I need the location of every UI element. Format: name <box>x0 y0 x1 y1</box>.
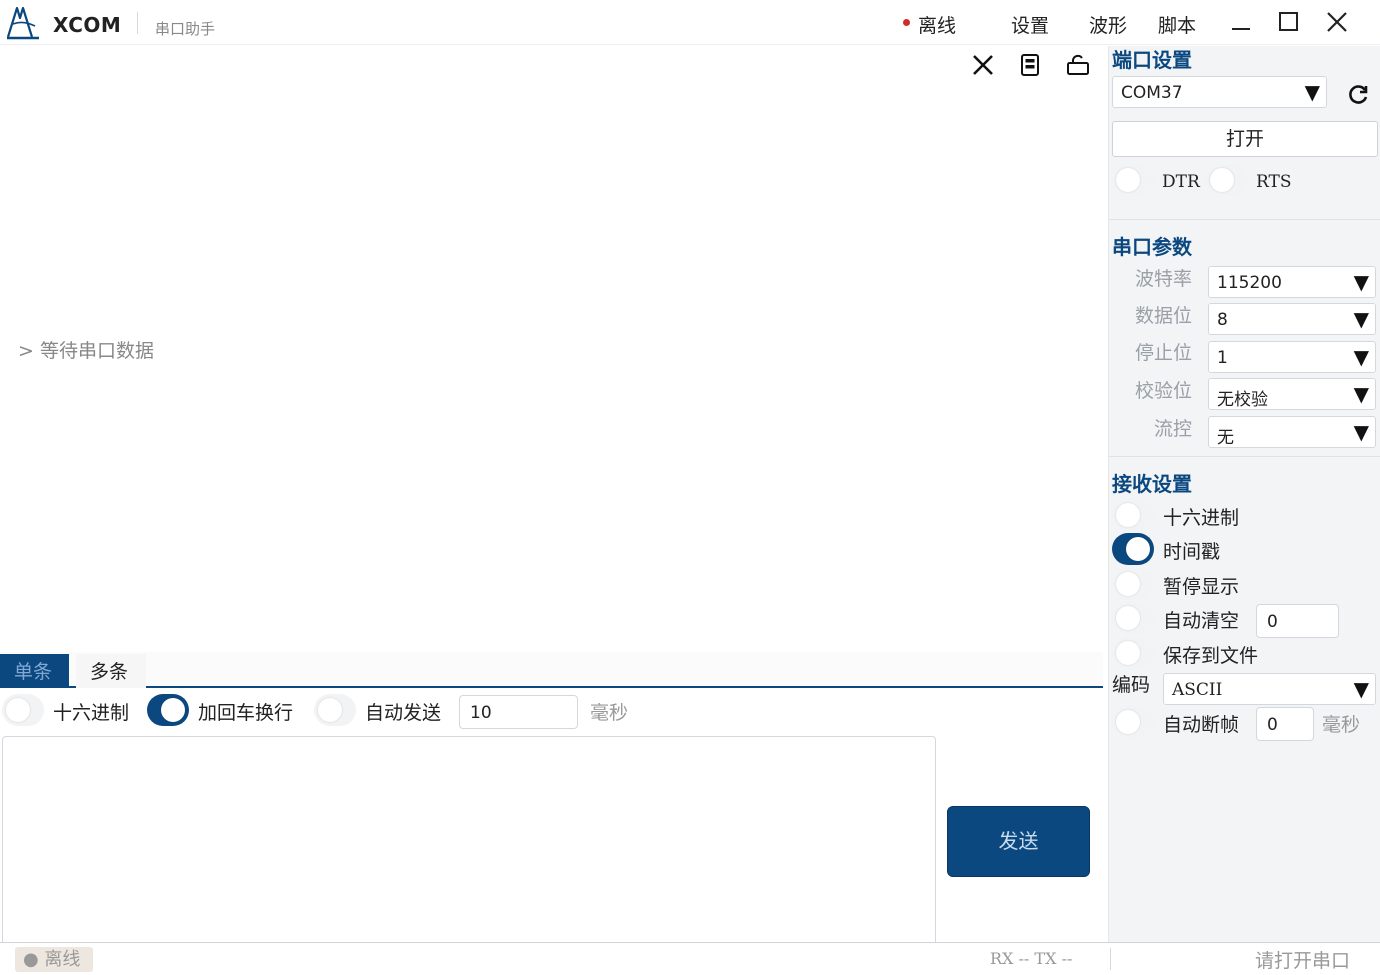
send-hex-label: 十六进制 <box>53 702 130 724</box>
app-title: XCOM <box>53 13 122 37</box>
panel-divider <box>1109 219 1380 220</box>
send-hex-toggle[interactable] <box>2 694 44 726</box>
rts-toggle[interactable] <box>1206 164 1248 196</box>
auto-frame-toggle[interactable] <box>1112 706 1154 738</box>
parity-select[interactable]: 无校验 ▼ <box>1208 378 1376 410</box>
flow-value: 无 <box>1217 428 1234 448</box>
menu-waveform[interactable]: 波形 <box>1089 11 1127 38</box>
chevron-down-icon: ▼ <box>1353 307 1369 331</box>
stopbits-select[interactable]: 1 ▼ <box>1208 341 1376 373</box>
recv-hex-toggle[interactable] <box>1112 499 1154 531</box>
auto-frame-unit: 毫秒 <box>1322 714 1361 736</box>
status-bar: ● 离线 RX -- TX -- 请打开串口 <box>0 942 1380 975</box>
auto-send-interval-input[interactable]: 10 <box>459 695 578 729</box>
stopbits-value: 1 <box>1217 348 1228 368</box>
dtr-label: DTR <box>1162 172 1200 192</box>
connection-status-dot <box>903 19 910 26</box>
title-bar: XCOM 串口助手 离线 设置 波形 脚本 <box>0 0 1380 45</box>
flow-select[interactable]: 无 ▼ <box>1208 416 1376 448</box>
tab-multi[interactable]: 多条 <box>76 654 146 688</box>
auto-send-toggle[interactable] <box>314 694 356 726</box>
encoding-label: 编码 <box>1112 674 1151 696</box>
save-to-file-label: 保存到文件 <box>1163 645 1259 667</box>
encoding-value: ASCII <box>1172 680 1223 700</box>
encoding-select[interactable]: ASCII ▼ <box>1163 673 1376 705</box>
baud-label: 波特率 <box>1134 268 1192 290</box>
chevron-down-icon: ▼ <box>1353 420 1369 444</box>
databits-label: 数据位 <box>1134 305 1192 327</box>
open-port-button[interactable]: 打开 <box>1112 121 1378 157</box>
chevron-down-icon: ▼ <box>1353 382 1369 406</box>
auto-frame-label: 自动断帧 <box>1163 714 1240 736</box>
port-status-text: 请打开串口 <box>1255 950 1351 972</box>
auto-clear-toggle[interactable] <box>1112 602 1154 634</box>
rts-label: RTS <box>1256 172 1292 192</box>
maximize-icon[interactable] <box>1275 9 1303 37</box>
minimize-icon[interactable] <box>1227 9 1255 37</box>
lock-icon[interactable] <box>1065 52 1091 78</box>
chevron-down-icon: ▼ <box>1353 270 1369 294</box>
chevron-down-icon: ▼ <box>1304 80 1320 104</box>
auto-send-unit: 毫秒 <box>590 702 629 724</box>
recv-hex-label: 十六进制 <box>1163 507 1240 529</box>
databits-select[interactable]: 8 ▼ <box>1208 303 1376 335</box>
receive-area[interactable] <box>0 46 1103 651</box>
save-icon[interactable] <box>1017 52 1043 78</box>
status-divider <box>1110 948 1111 970</box>
refresh-icon[interactable] <box>1344 81 1372 109</box>
tab-single[interactable]: 单条 <box>0 654 69 688</box>
rx-tx-counters: RX -- TX -- <box>990 949 1073 968</box>
connection-status: 离线 <box>918 15 957 37</box>
stopbits-label: 停止位 <box>1134 342 1192 364</box>
timestamp-label: 时间戳 <box>1163 541 1221 563</box>
menu-script[interactable]: 脚本 <box>1158 11 1196 38</box>
auto-send-label: 自动发送 <box>365 702 442 724</box>
send-textarea[interactable] <box>2 736 936 946</box>
auto-clear-input[interactable]: 0 <box>1256 604 1339 638</box>
port-settings-title: 端口设置 <box>1112 48 1192 72</box>
serial-params-title: 串口参数 <box>1112 235 1192 259</box>
port-select-value: COM37 <box>1121 83 1183 103</box>
app-subtitle: 串口助手 <box>155 20 216 38</box>
waiting-placeholder: > 等待串口数据 <box>18 340 154 362</box>
port-select[interactable]: COM37 ▼ <box>1112 76 1327 108</box>
databits-value: 8 <box>1217 310 1228 330</box>
xcom-logo-icon <box>6 6 39 40</box>
offline-status-badge: ● 离线 <box>15 947 93 972</box>
save-to-file-toggle[interactable] <box>1112 637 1154 669</box>
pause-display-toggle[interactable] <box>1112 568 1154 600</box>
dtr-toggle[interactable] <box>1112 164 1154 196</box>
parity-value: 无校验 <box>1217 390 1268 410</box>
close-window-icon[interactable] <box>1323 9 1351 37</box>
auto-clear-label: 自动清空 <box>1163 610 1240 632</box>
pause-display-label: 暂停显示 <box>1163 576 1240 598</box>
baud-value: 115200 <box>1217 273 1282 293</box>
send-tab-bar: 单条 多条 <box>0 652 1103 688</box>
panel-divider <box>1109 456 1380 457</box>
receive-settings-title: 接收设置 <box>1112 472 1192 496</box>
clear-icon[interactable] <box>970 52 996 78</box>
menu-settings[interactable]: 设置 <box>1011 11 1049 38</box>
auto-frame-input[interactable]: 0 <box>1256 707 1314 741</box>
crlf-label: 加回车换行 <box>198 702 294 724</box>
title-divider <box>137 12 138 34</box>
parity-label: 校验位 <box>1134 380 1192 402</box>
crlf-toggle[interactable] <box>147 694 189 726</box>
baud-select[interactable]: 115200 ▼ <box>1208 266 1376 298</box>
chevron-down-icon: ▼ <box>1353 345 1369 369</box>
flow-label: 流控 <box>1153 418 1192 440</box>
send-button[interactable]: 发送 <box>947 806 1090 877</box>
chevron-down-icon: ▼ <box>1353 677 1369 701</box>
timestamp-toggle[interactable] <box>1112 533 1154 565</box>
